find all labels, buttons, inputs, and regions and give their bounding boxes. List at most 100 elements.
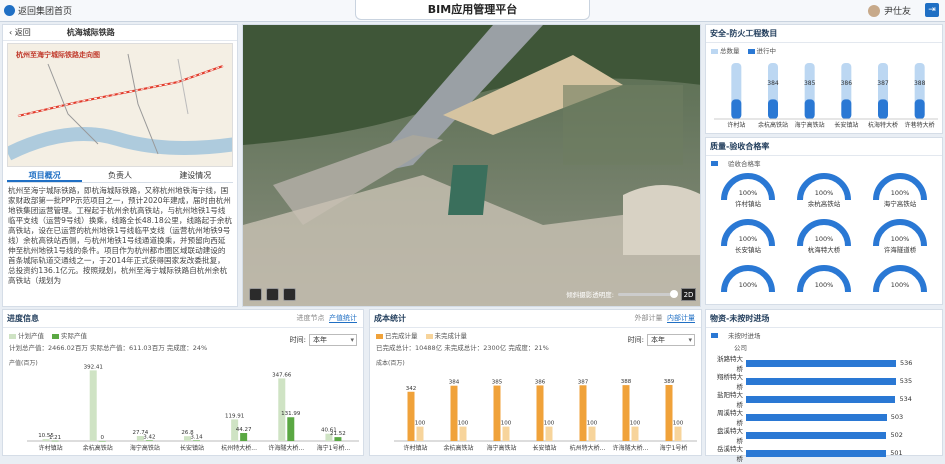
progress-bar — [334, 437, 342, 441]
safety-value-label: 387 — [877, 80, 889, 87]
materials-bars: 浙路特大桥 536 翔桥特大桥 535 盐阳特大桥 534 周溪特大桥 503 盘溪特大桥 502… — [706, 352, 942, 464]
progress-value-label: 119.91 — [225, 413, 244, 419]
cost-bar — [493, 385, 501, 441]
cost-panel: 成本统计 外部计量 内部计量 已完成计量 未完成计量 已完成总计：10488亿 … — [369, 309, 702, 456]
progress-ylabel: 产值(百万) — [9, 359, 38, 367]
home-link[interactable]: 返回集团首页 — [4, 4, 72, 17]
cost-value-label: 100 — [544, 421, 555, 427]
quality-title: 质量-验收合格率 — [706, 138, 942, 156]
safety-cat-label: 长安镇站 — [834, 121, 858, 129]
materials-bar — [746, 431, 887, 439]
gauge-arc — [721, 265, 775, 293]
legend-actual: 实际产值 — [52, 330, 87, 340]
gauge: 100% 杭海特大桥 — [786, 218, 862, 264]
cost-time-select[interactable]: 本年 — [647, 334, 695, 346]
safety-panel: 安全-防火工程数目 总数量 进行中 许村站 384 余杭高铁站 385 海宁高铁站 386… — [705, 24, 943, 134]
cost-bar — [545, 426, 553, 441]
progress-bar — [89, 370, 97, 441]
home-icon — [4, 5, 15, 16]
tab-owner[interactable]: 负责人 — [82, 169, 157, 182]
cost-value-label: 100 — [587, 421, 598, 427]
progress-value-label: 0 — [100, 435, 104, 441]
scene-drawing — [243, 25, 700, 306]
cost-value-label: 389 — [664, 379, 675, 385]
tab-construction[interactable]: 建设情况 — [158, 169, 233, 182]
materials-legend: 未按时进场 — [728, 332, 761, 340]
safety-bar-ongoing — [878, 99, 888, 119]
logout-icon[interactable]: ⇥ — [925, 3, 939, 17]
model-icon[interactable] — [266, 288, 279, 301]
gauge: 100% — [710, 264, 786, 310]
cost-value-label: 100 — [458, 421, 469, 427]
safety-cat-label: 余杭高铁站 — [758, 121, 788, 129]
cost-value-label: 100 — [630, 421, 641, 427]
legend-plan-label: 计划产值 — [18, 332, 44, 340]
cost-bar — [459, 426, 467, 441]
materials-row: 周溪特大桥 503 — [712, 408, 936, 427]
materials-row-value: 502 — [890, 431, 903, 439]
gauge-value: 100% — [738, 189, 758, 197]
materials-subtitle: 公司 — [734, 344, 747, 352]
safety-value-label: 385 — [804, 80, 816, 87]
tab-external[interactable]: 外部计量 — [635, 314, 663, 322]
bim-3d-view[interactable]: 倾斜摄影透明度: 2D — [242, 24, 701, 307]
progress-bar — [51, 440, 59, 442]
measure-icon[interactable] — [283, 288, 296, 301]
tab-progress-nodes[interactable]: 进度节点 — [297, 314, 325, 322]
cost-value-label: 100 — [673, 421, 684, 427]
progress-value-label: 44.27 — [236, 427, 252, 433]
time-select[interactable]: 本年 — [309, 334, 357, 346]
cost-time-label: 时间: — [627, 336, 644, 344]
project-description: 杭州至海宁城际铁路，即杭海城际铁路，又称杭州地铁海宁线，国家财政部第一批PPP示… — [8, 186, 233, 285]
progress-cat-label: 许海隧大桥... — [268, 444, 304, 452]
cost-ylabel: 成本(百万) — [376, 359, 405, 367]
gauge: 100% 余杭高铁站 — [786, 172, 862, 218]
slider-handle[interactable] — [670, 290, 678, 298]
progress-value-label: 131.99 — [281, 411, 301, 417]
materials-bar — [746, 377, 896, 385]
gauge-label: 许村镇站 — [735, 200, 761, 208]
safety-bar-ongoing — [841, 99, 852, 119]
quality-panel: 质量-验收合格率 验收合格率 100% 许村镇站 100% 余杭高铁站 100% 海宁高铁… — [705, 137, 943, 305]
cost-value-label: 388 — [621, 379, 632, 385]
cost-bar — [665, 384, 673, 441]
cost-cat-label: 许海隧大桥... — [613, 444, 649, 452]
materials-bar — [746, 413, 887, 421]
gauge-arc — [797, 265, 851, 293]
back-button[interactable]: ‹ 返回 — [3, 27, 37, 38]
progress-value-label: 21.52 — [330, 431, 346, 437]
transparency-slider[interactable] — [618, 290, 678, 298]
time-label: 时间: — [289, 336, 306, 344]
progress-value-label: 3.42 — [143, 434, 155, 440]
quality-legend: 验收合格率 — [728, 160, 761, 168]
materials-row-label: 盐阳特大桥 — [717, 391, 743, 409]
cost-cat-label: 杭州特大桥... — [570, 444, 606, 452]
tab-internal[interactable]: 内部计量 — [667, 314, 695, 323]
materials-row: 浙路特大桥 536 — [712, 354, 936, 373]
project-panel: ‹ 返回 杭海城际铁路 杭州至海宁城际铁路走向图 项目概况 负责人 建设情况 杭… — [2, 24, 238, 307]
top-bar: 返回集团首页 BIM应用管理平台 尹仕友 ⇥ — [0, 0, 945, 22]
materials-row-label: 浙路特大桥 — [717, 355, 743, 373]
transparency-label: 倾斜摄影透明度: — [566, 291, 614, 299]
progress-cat-label: 余杭高铁站 — [83, 444, 113, 452]
legend-plan: 计划产值 — [9, 330, 44, 340]
progress-panel: 进度信息 进度节点 产值统计 计划产值 实际产值 计划总产值：2466.02百万… — [2, 309, 364, 456]
safety-cat-label: 杭海特大桥 — [868, 121, 898, 129]
layer-icon[interactable] — [249, 288, 262, 301]
safety-cat-label: 许村站 — [727, 121, 745, 129]
progress-value-label: 392.41 — [84, 364, 103, 370]
materials-row: 岳溪特大桥 501 — [712, 444, 936, 463]
materials-row-value: 503 — [890, 413, 904, 421]
cost-value-label: 387 — [578, 379, 589, 385]
tab-overview[interactable]: 项目概况 — [7, 169, 83, 182]
materials-row: 盐阳特大桥 534 — [712, 390, 936, 409]
safety-title: 安全-防火工程数目 — [706, 25, 942, 43]
materials-bar — [746, 395, 896, 403]
tab-output-stats[interactable]: 产值统计 — [329, 314, 357, 323]
progress-cat-label: 海宁高铁站 — [130, 444, 160, 452]
view-mode-button[interactable]: 2D — [681, 288, 696, 301]
back-label: 返回 — [14, 28, 31, 37]
gauge: 100% 长安镇站 — [710, 218, 786, 264]
gauge-value: 100% — [814, 235, 834, 243]
user-menu[interactable]: 尹仕友 — [867, 4, 911, 17]
